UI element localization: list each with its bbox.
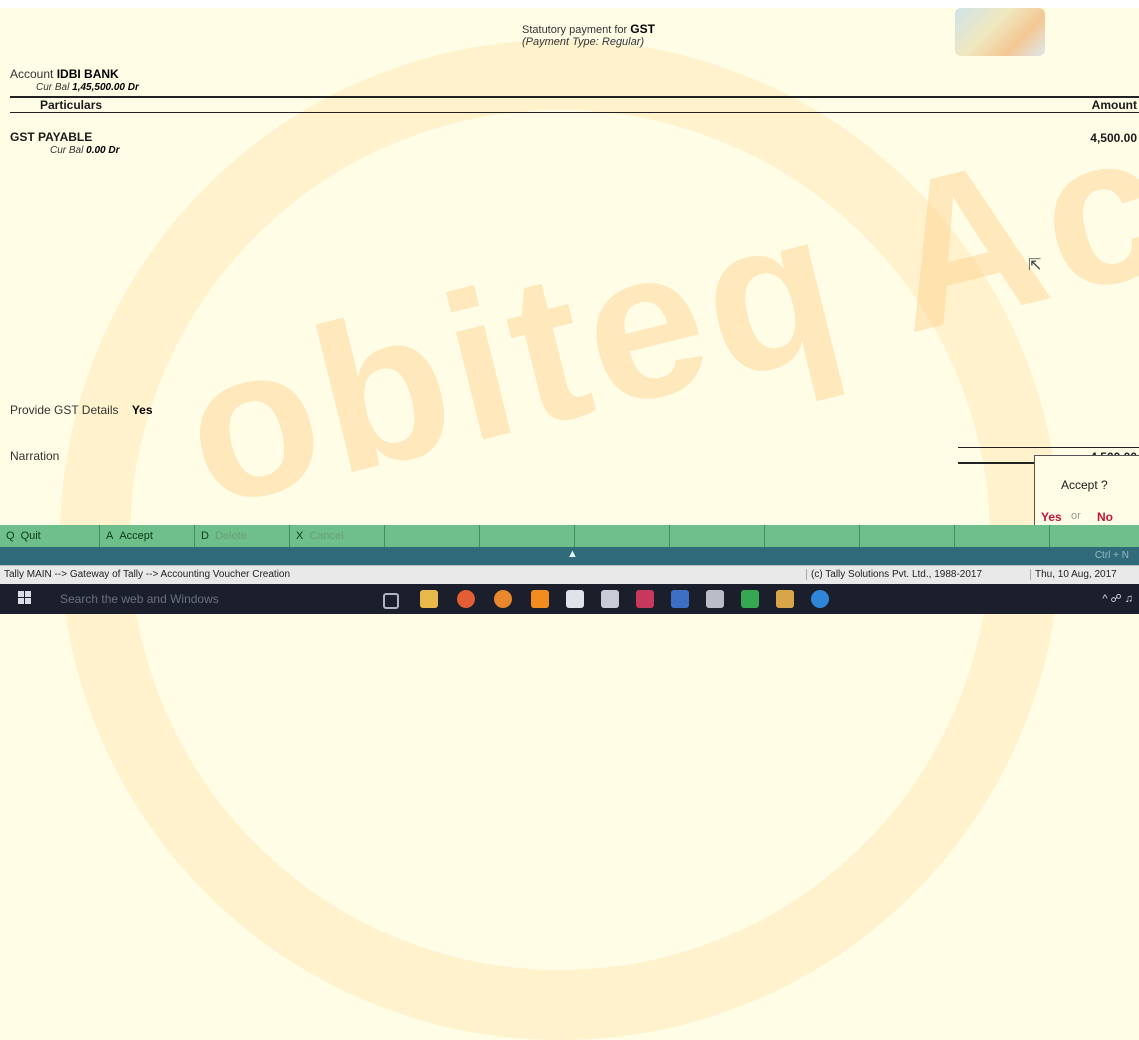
- task-view-icon[interactable]: [383, 593, 399, 609]
- copyright-text: (c) Tally Solutions Pvt. Ltd., 1988-2017: [806, 569, 982, 580]
- accept-button[interactable]: A Accept: [100, 525, 195, 547]
- mouse-cursor-icon: ⇱: [1028, 257, 1042, 274]
- tally-icon[interactable]: [776, 590, 794, 608]
- firefox-icon[interactable]: [494, 590, 512, 608]
- empty-button-slot: [860, 525, 955, 547]
- account-label: Account: [10, 67, 54, 81]
- internet-explorer-icon[interactable]: [811, 590, 829, 608]
- accept-yes-button[interactable]: Yes: [1041, 510, 1062, 524]
- store-icon[interactable]: [566, 590, 584, 608]
- gst-details-field[interactable]: Provide GST Details Yes: [10, 403, 153, 417]
- account-balance: Cur Bal 1,45,500.00 Dr: [36, 82, 139, 93]
- delete-key: D: [201, 530, 209, 542]
- empty-button-slot: [480, 525, 575, 547]
- accept-key: A: [106, 530, 114, 542]
- accept-no-button[interactable]: No: [1097, 510, 1113, 524]
- empty-button-slot: [765, 525, 860, 547]
- account-balance-label: Cur Bal: [36, 82, 70, 93]
- empty-button-slot: [955, 525, 1050, 547]
- accept-label: Accept: [119, 530, 153, 542]
- account-balance-value: 1,45,500.00 Dr: [72, 82, 139, 93]
- camtasia-icon[interactable]: [741, 590, 759, 608]
- column-header-row: Particulars Amount: [10, 98, 1139, 113]
- column-amount: Amount: [1091, 98, 1137, 112]
- quit-key: Q: [6, 530, 15, 542]
- system-tray-icons[interactable]: ^ ☍ ♫: [1102, 592, 1133, 605]
- status-bar: Tally MAIN --> Gateway of Tally --> Acco…: [0, 565, 1139, 584]
- chrome-icon[interactable]: [457, 590, 475, 608]
- ctrl-n-hint: Ctrl + N: [1094, 550, 1129, 561]
- narration-field[interactable]: Narration: [10, 449, 59, 463]
- account-field[interactable]: Account IDBI BANK: [10, 67, 119, 81]
- calculator-icon[interactable]: [706, 590, 724, 608]
- word-icon[interactable]: [671, 590, 689, 608]
- empty-button-slot: [385, 525, 480, 547]
- empty-button-slot: [575, 525, 670, 547]
- powerpoint-icon[interactable]: [636, 590, 654, 608]
- app-icon[interactable]: [601, 590, 619, 608]
- cancel-label: Cancel: [309, 530, 344, 542]
- total-divider-top: [958, 447, 1139, 448]
- expand-caret-icon[interactable]: ▲: [567, 548, 578, 560]
- navigation-path: Tally MAIN --> Gateway of Tally --> Acco…: [4, 569, 291, 580]
- account-name: IDBI BANK: [56, 67, 119, 81]
- cancel-key: X: [296, 530, 304, 542]
- windows-start-icon[interactable]: [18, 591, 32, 605]
- ledger-balance: Cur Bal 0.00 Dr: [50, 145, 120, 156]
- quit-label: Quit: [20, 530, 41, 542]
- button-bar: Q Quit A Accept D Delete X Cancel: [0, 525, 1139, 547]
- quit-button[interactable]: Q Quit: [0, 525, 100, 547]
- gst-details-label: Provide GST Details: [10, 403, 119, 417]
- gst-details-value: Yes: [131, 403, 153, 417]
- header-title-prefix: Statutory payment for: [522, 24, 628, 36]
- current-date: Thu, 10 Aug, 2017: [1030, 569, 1117, 580]
- watermark-text: obiteq Acade: [161, 0, 1139, 552]
- empty-button-slot: [1050, 525, 1139, 547]
- ledger-amount[interactable]: 4,500.00: [1090, 131, 1137, 145]
- empty-button-slot: [670, 525, 765, 547]
- cancel-button[interactable]: X Cancel: [290, 525, 385, 547]
- accept-or-text: or: [1071, 510, 1081, 522]
- column-particulars: Particulars: [40, 98, 103, 112]
- ledger-name[interactable]: GST PAYABLE: [10, 130, 92, 144]
- payment-type: (Payment Type: Regular): [522, 36, 645, 48]
- info-bar: ▲ Ctrl + N: [0, 547, 1139, 565]
- company-logo: [955, 8, 1045, 56]
- delete-button[interactable]: D Delete: [195, 525, 290, 547]
- voucher-header: Statutory payment for GST (Payment Type:…: [522, 22, 655, 48]
- taskbar-search-input[interactable]: Search the web and Windows: [60, 592, 219, 606]
- delete-label: Delete: [214, 530, 247, 542]
- header-title-value: GST: [630, 22, 655, 36]
- windows-taskbar: Search the web and Windows ^ ☍ ♫: [0, 584, 1139, 614]
- ledger-balance-value: 0.00 Dr: [86, 145, 120, 156]
- ledger-balance-label: Cur Bal: [50, 145, 84, 156]
- accept-question: Accept ?: [1061, 478, 1108, 492]
- accept-dialog: Accept ? Yes or No: [1034, 455, 1139, 527]
- window-top-band: [0, 0, 1139, 8]
- vlc-icon[interactable]: [531, 590, 549, 608]
- file-explorer-icon[interactable]: [420, 590, 438, 608]
